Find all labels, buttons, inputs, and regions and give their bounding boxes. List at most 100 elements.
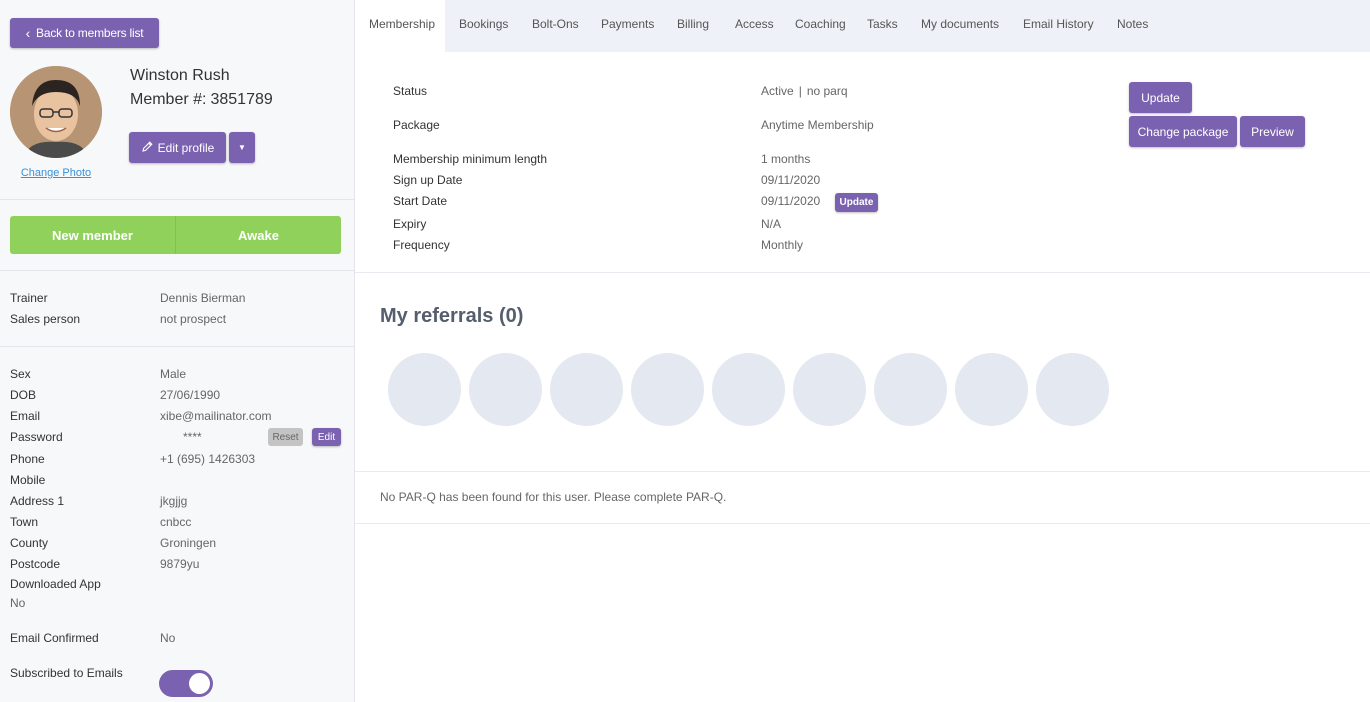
edit-profile-button[interactable]: Edit profile <box>129 132 226 163</box>
reset-password-button[interactable]: Reset <box>268 428 303 446</box>
member-number-value: 3851789 <box>210 91 273 108</box>
status-separator: | <box>798 84 802 98</box>
referral-slot <box>631 353 704 426</box>
detail-value: cnbcc <box>160 515 192 529</box>
detail-value: xibe@mailinator.com <box>160 409 272 423</box>
pencil-icon <box>141 140 154 156</box>
downloaded-app-value-row: No <box>10 596 345 616</box>
detail-row-dob: DOB 27/06/1990 <box>10 388 345 408</box>
email-confirmed-row: Email Confirmed No <box>10 631 345 651</box>
change-package-button[interactable]: Change package <box>1129 116 1237 147</box>
downloaded-app-value: No <box>10 596 26 610</box>
tab-my-documents[interactable]: My documents <box>921 0 999 52</box>
trainer-value: Dennis Bierman <box>160 291 246 305</box>
detail-value: Male <box>160 367 187 381</box>
detail-row-address: Address 1 jkgjjg <box>10 494 345 514</box>
parq-message: No PAR-Q has been found for this user. P… <box>380 490 727 504</box>
tab-billing[interactable]: Billing <box>677 0 709 52</box>
referral-slot <box>955 353 1028 426</box>
back-to-members-button[interactable]: ‹ Back to members list <box>10 18 159 48</box>
detail-value: Groningen <box>160 536 217 550</box>
update-membership-button[interactable]: Update <box>1129 82 1192 113</box>
divider <box>355 471 1370 472</box>
change-photo-link[interactable]: Change Photo <box>10 167 102 179</box>
tab-access[interactable]: Access <box>735 0 774 52</box>
divider <box>355 523 1370 524</box>
referral-slot <box>550 353 623 426</box>
preview-button[interactable]: Preview <box>1240 116 1305 147</box>
min-length-label: Membership minimum length <box>393 152 548 166</box>
referral-slot <box>1036 353 1109 426</box>
start-date-value: 09/11/2020 <box>761 194 821 208</box>
start-date-label: Start Date <box>393 194 448 208</box>
detail-row-email: Email xibe@mailinator.com <box>10 409 345 429</box>
member-sidebar: ‹ Back to members list Change Photo Wins… <box>0 0 355 702</box>
trainer-label: Trainer <box>10 291 48 305</box>
divider <box>0 346 354 347</box>
downloaded-app-row: Downloaded App <box>10 577 345 597</box>
tab-bolt-ons[interactable]: Bolt-Ons <box>532 0 579 52</box>
status-value: Active | no parq <box>761 84 848 98</box>
referral-slot <box>874 353 947 426</box>
sales-person-row: Sales person not prospect <box>10 312 345 332</box>
detail-value: +1 (695) 1426303 <box>160 452 256 466</box>
email-confirmed-value: No <box>160 631 176 645</box>
detail-label: County <box>10 536 49 550</box>
update-start-date-button[interactable]: Update <box>835 193 878 212</box>
toggle-knob <box>189 673 210 694</box>
detail-label: Password <box>10 430 63 444</box>
member-number: Member #: 3851789 <box>130 91 273 109</box>
detail-label: Sex <box>10 367 31 381</box>
referral-slot <box>469 353 542 426</box>
trainer-row: Trainer Dennis Bierman <box>10 291 345 311</box>
member-status-bar: New member Awake <box>10 216 341 254</box>
detail-label: Address 1 <box>10 494 65 508</box>
tab-email-history[interactable]: Email History <box>1023 0 1094 52</box>
tab-notes[interactable]: Notes <box>1117 0 1148 52</box>
referral-slot <box>793 353 866 426</box>
status-awake: Awake <box>238 227 279 243</box>
divider <box>0 270 354 271</box>
package-label: Package <box>393 118 440 132</box>
expiry-label: Expiry <box>393 217 427 231</box>
expiry-value: N/A <box>761 217 782 231</box>
tab-payments[interactable]: Payments <box>601 0 654 52</box>
detail-row-sex: Sex Male <box>10 367 345 387</box>
detail-label: Town <box>10 515 39 529</box>
tab-tasks[interactable]: Tasks <box>867 0 898 52</box>
sales-person-value: not prospect <box>160 312 227 326</box>
detail-row-county: County Groningen <box>10 536 345 556</box>
signup-date-label: Sign up Date <box>393 173 463 187</box>
detail-value: 27/06/1990 <box>160 388 221 402</box>
detail-row-town: Town cnbcc <box>10 515 345 535</box>
referrals-title: My referrals (0) <box>380 305 524 327</box>
downloaded-app-label: Downloaded App <box>10 577 101 591</box>
package-value: Anytime Membership <box>761 118 874 132</box>
detail-row-mobile: Mobile <box>10 473 345 493</box>
avatar-image <box>10 66 102 158</box>
divider <box>355 272 1370 273</box>
status-label: Status <box>393 84 428 98</box>
detail-label: Mobile <box>10 473 46 487</box>
profile-options-dropdown[interactable]: ▼ <box>229 132 255 163</box>
detail-label: Email <box>10 409 41 423</box>
subscribed-toggle[interactable] <box>159 670 213 697</box>
tab-membership[interactable]: Membership <box>355 0 445 52</box>
member-name: Winston Rush <box>130 67 230 84</box>
caret-down-icon: ▼ <box>238 143 246 152</box>
status-active: Active <box>761 84 794 98</box>
subscribed-label: Subscribed to Emails <box>10 666 123 680</box>
chevron-left-icon: ‹ <box>25 25 31 41</box>
detail-label: DOB <box>10 388 37 402</box>
detail-label: Postcode <box>10 557 61 571</box>
divider <box>0 199 354 200</box>
avatar <box>10 66 102 158</box>
sales-person-label: Sales person <box>10 312 81 326</box>
tab-coaching[interactable]: Coaching <box>795 0 846 52</box>
referral-slot <box>388 353 461 426</box>
parq-status: no parq <box>806 84 848 98</box>
status-new-member: New member <box>10 216 176 254</box>
frequency-label: Frequency <box>393 238 450 252</box>
edit-password-button[interactable]: Edit <box>312 428 341 446</box>
tab-bookings[interactable]: Bookings <box>459 0 508 52</box>
